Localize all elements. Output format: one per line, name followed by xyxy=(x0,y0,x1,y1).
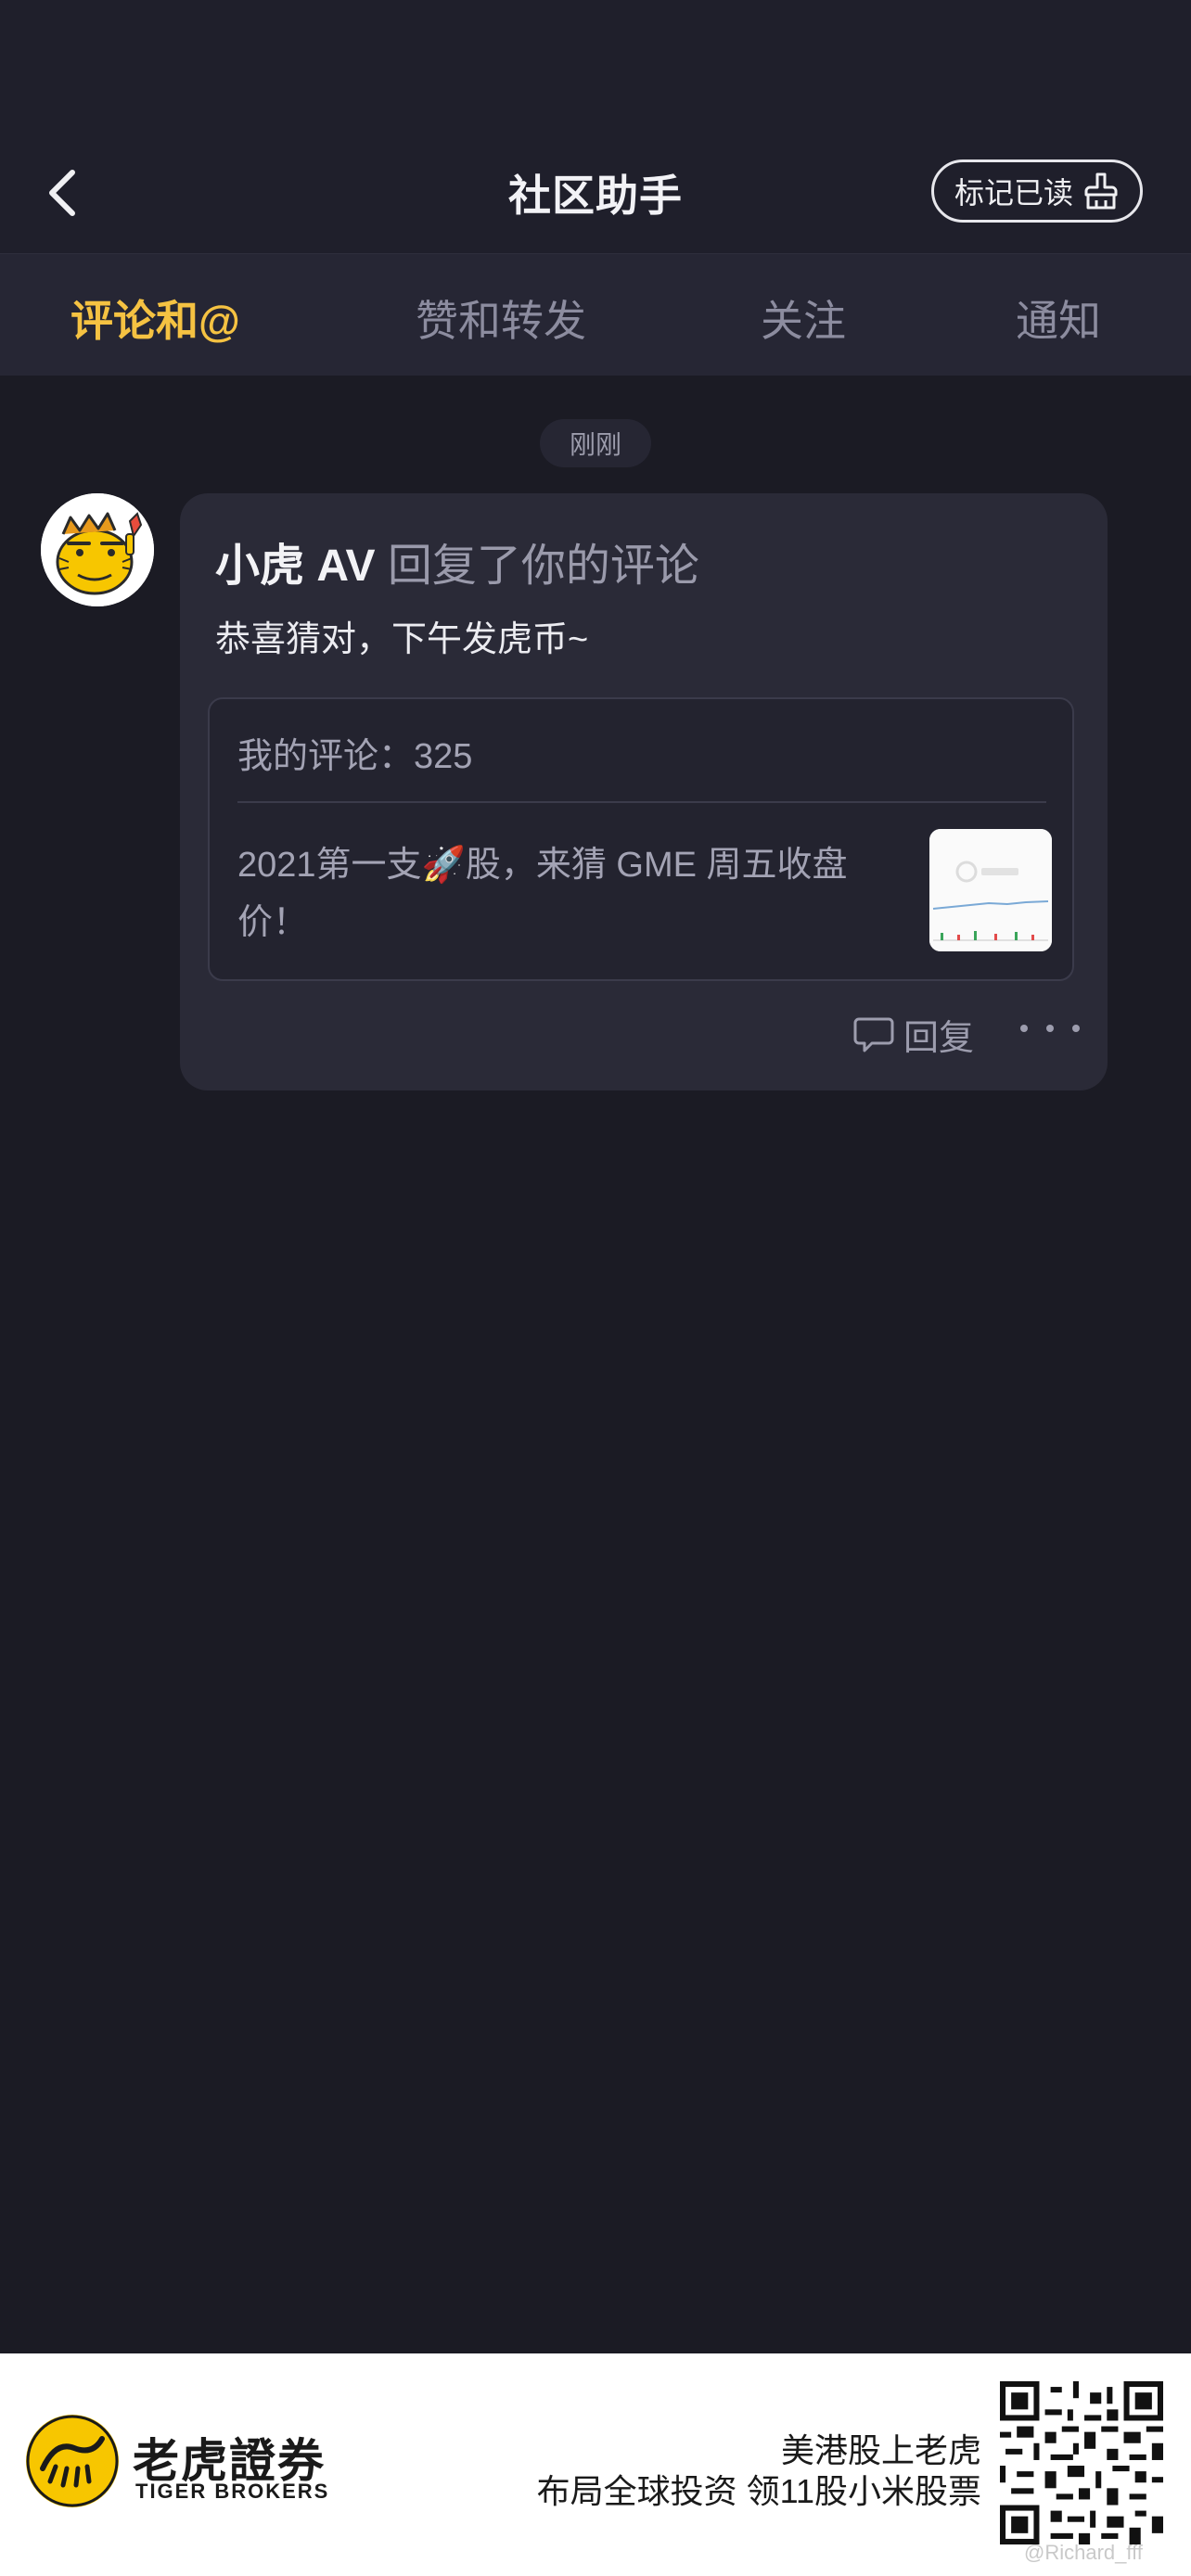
promo-line-2: 布局全球投资 领11股小米股票 xyxy=(536,2472,981,2510)
promo-banner[interactable]: 老虎證券 TIGER BROKERS 美港股上老虎 布局全球投资 领11股小米股… xyxy=(0,2353,1191,2576)
brand-name-en: TIGER BROKERS xyxy=(135,2480,330,2503)
my-comment: 我的评论：325 xyxy=(237,737,473,776)
mark-all-read-label: 标记已读 xyxy=(954,176,1073,210)
more-dot-icon xyxy=(1046,1025,1054,1032)
sender-name[interactable]: 小虎 AV xyxy=(215,542,375,591)
tab-bar: 评论和@ 赞和转发 关注 通知 xyxy=(0,253,1191,376)
tab-likes-reposts[interactable]: 赞和转发 xyxy=(416,287,586,349)
tab-follows[interactable]: 关注 xyxy=(761,287,846,349)
watermark: @Richard_fff xyxy=(1024,2541,1143,2564)
divider xyxy=(237,801,1046,803)
navigation-bar: 社区助手 标记已读 xyxy=(0,0,1191,253)
mark-all-read-button[interactable]: 标记已读 xyxy=(931,159,1143,223)
tiger-brokers-logo-icon xyxy=(26,2415,119,2507)
reply-label: 回复 xyxy=(903,1019,975,1058)
notification-headline: 小虎 AV 回复了你的评论 xyxy=(215,529,699,593)
more-dot-icon xyxy=(1072,1025,1080,1032)
reply-text: 恭喜猜对，下午发虎币~ xyxy=(215,620,589,659)
broom-icon xyxy=(1084,172,1118,210)
tab-comments-mentions[interactable]: 评论和@ xyxy=(70,287,240,349)
post-thumbnail xyxy=(929,829,1052,951)
more-dot-icon xyxy=(1020,1025,1028,1032)
tab-notifications[interactable]: 通知 xyxy=(1016,287,1101,349)
more-options-button[interactable] xyxy=(1020,1005,1080,1052)
notification-action: 回复了你的评论 xyxy=(387,542,699,591)
notification-card[interactable]: 小虎 AV 回复了你的评论 恭喜猜对，下午发虎币~ 我的评论：325 2021第… xyxy=(180,493,1108,1090)
reply-button[interactable]: 回复 xyxy=(853,1009,974,1060)
tiger-logo-mark xyxy=(26,2415,119,2507)
comment-bubble-icon xyxy=(853,1017,894,1052)
chart-thumbnail-icon xyxy=(929,829,1052,951)
tiger-avatar-icon xyxy=(41,493,154,606)
post-title: 2021第一支🚀股，来猜 GME 周五收盘价！ xyxy=(237,846,848,942)
qr-code-icon xyxy=(1000,2381,1163,2544)
quoted-post[interactable]: 我的评论：325 2021第一支🚀股，来猜 GME 周五收盘价！ xyxy=(208,697,1074,981)
avatar[interactable] xyxy=(41,493,154,606)
timestamp-badge: 刚刚 xyxy=(540,419,651,467)
